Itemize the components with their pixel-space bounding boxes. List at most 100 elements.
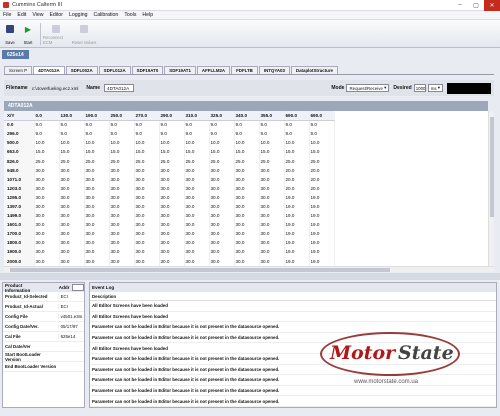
table-cell[interactable]: 9.0	[159, 120, 185, 130]
table-cell[interactable]: 30.0	[159, 192, 185, 202]
table-cell[interactable]: 20.0	[309, 183, 335, 193]
table-cell[interactable]: 30.0	[209, 165, 235, 175]
table-cell[interactable]: 30.0	[184, 220, 210, 230]
table-cell[interactable]: 20.0	[284, 174, 310, 184]
table-cell[interactable]: 30.0	[184, 183, 210, 193]
table-cell[interactable]: 30.0	[209, 220, 235, 230]
table-cell[interactable]: 30.0	[34, 183, 60, 193]
table-cell[interactable]: 15.0	[284, 147, 310, 157]
menu-tools[interactable]: Tools	[124, 12, 136, 18]
table-cell[interactable]: 30.0	[259, 192, 285, 202]
table-cell[interactable]: 30.0	[84, 201, 110, 212]
table-cell[interactable]: 30.0	[159, 256, 185, 266]
table-cell[interactable]: 30.0	[209, 174, 235, 184]
vertical-scrollbar[interactable]	[488, 111, 494, 266]
table-cell[interactable]: 30.0	[184, 192, 210, 202]
table-cell[interactable]: 9.0	[309, 129, 335, 139]
table-cell[interactable]: 30.0	[109, 165, 135, 175]
addr-select[interactable]	[72, 284, 84, 291]
table-cell[interactable]: 30.0	[209, 192, 235, 202]
table-cell[interactable]: 9.0	[259, 129, 285, 139]
table-cell[interactable]: 30.0	[209, 229, 235, 239]
table-cell[interactable]: 9.0	[234, 120, 260, 130]
table-cell[interactable]: 19.0	[309, 247, 335, 257]
table-cell[interactable]: 15.0	[209, 147, 235, 157]
table-cell[interactable]: 30.0	[259, 201, 285, 212]
tab-sdfl002a[interactable]: SDFL002A	[65, 66, 98, 74]
table-cell[interactable]: 30.0	[234, 256, 260, 266]
table-cell[interactable]: 30.0	[109, 247, 135, 257]
table-cell[interactable]: 30.0	[259, 247, 285, 257]
table-cell[interactable]: 30.0	[84, 220, 110, 230]
table-cell[interactable]: 9.0	[109, 120, 135, 130]
menu-help[interactable]: Help	[142, 12, 153, 18]
table-cell[interactable]: 30.0	[109, 229, 135, 239]
table-cell[interactable]: 9.0	[184, 129, 210, 139]
tab-fdfltb[interactable]: FDFLTB	[231, 66, 258, 74]
table-cell[interactable]: 30.0	[134, 220, 160, 230]
table-cell[interactable]: 30.0	[84, 247, 110, 257]
table-cell[interactable]: 30.0	[159, 229, 185, 239]
table-cell[interactable]: 30.0	[84, 192, 110, 202]
table-cell[interactable]: 19.0	[309, 201, 335, 212]
table-cell[interactable]: 19.0	[284, 201, 310, 212]
tab-intqya03[interactable]: INTQYA03	[258, 66, 290, 74]
reconnect-ecm-button[interactable]: Reconnect ECM	[43, 23, 69, 45]
table-cell[interactable]: 30.0	[184, 238, 210, 248]
desired-input[interactable]: 1000	[413, 84, 426, 92]
table-cell[interactable]: 30.0	[134, 183, 160, 193]
table-cell[interactable]: 30.0	[184, 256, 210, 266]
table-cell[interactable]: 30.0	[34, 165, 60, 175]
table-cell[interactable]: 9.0	[34, 120, 60, 130]
table-cell[interactable]: 30.0	[34, 256, 60, 266]
table-cell[interactable]: 10.0	[209, 138, 235, 148]
table-cell[interactable]: 15.0	[84, 147, 110, 157]
table-cell[interactable]: 30.0	[159, 247, 185, 257]
table-cell[interactable]: 30.0	[184, 174, 210, 184]
table-cell[interactable]: 30.0	[84, 183, 110, 193]
table-cell[interactable]: 25.0	[259, 156, 285, 166]
list-item[interactable]: Parameter can not be loaded in Editor be…	[90, 396, 496, 407]
table-cell[interactable]: 30.0	[234, 247, 260, 257]
table-cell[interactable]: 20.0	[284, 165, 310, 175]
table-cell[interactable]: 30.0	[34, 247, 60, 257]
table-cell[interactable]: 25.0	[234, 156, 260, 166]
table-cell[interactable]: 15.0	[59, 147, 85, 157]
table-cell[interactable]: 30.0	[109, 238, 135, 248]
table-cell[interactable]: 9.0	[134, 129, 160, 139]
save-button[interactable]: Save	[2, 23, 18, 45]
table-cell[interactable]: 25.0	[84, 156, 110, 166]
table-cell[interactable]: 30.0	[134, 174, 160, 184]
table-cell[interactable]: 19.0	[309, 256, 335, 266]
table-cell[interactable]: 10.0	[34, 138, 60, 148]
table-cell[interactable]: 30.0	[134, 165, 160, 175]
table-cell[interactable]: 30.0	[59, 256, 85, 266]
table-cell[interactable]: 30.0	[209, 247, 235, 257]
table-cell[interactable]: 30.0	[34, 201, 60, 212]
menu-editor[interactable]: Editor	[49, 12, 63, 18]
table-cell[interactable]: 30.0	[259, 256, 285, 266]
table-cell[interactable]: 20.0	[284, 183, 310, 193]
table-cell[interactable]: 15.0	[109, 147, 135, 157]
table-cell[interactable]: 9.0	[284, 129, 310, 139]
mode-select[interactable]: Request/Receive ▾	[346, 84, 390, 92]
table-cell[interactable]: 30.0	[34, 220, 60, 230]
table-cell[interactable]: 30.0	[134, 192, 160, 202]
table-cell[interactable]: 30.0	[159, 220, 185, 230]
table-cell[interactable]: 15.0	[159, 147, 185, 157]
table-cell[interactable]: 9.0	[59, 129, 85, 139]
table-cell[interactable]: 25.0	[284, 156, 310, 166]
table-cell[interactable]: 30.0	[34, 238, 60, 248]
table-cell[interactable]: 15.0	[309, 147, 335, 157]
table-cell[interactable]: 30.0	[234, 174, 260, 184]
list-item[interactable]: All Editor Screens have been loaded	[90, 312, 496, 323]
scroll-thumb[interactable]	[490, 117, 494, 217]
tab-sdfl012a[interactable]: SDFL012A	[98, 66, 131, 74]
table-cell[interactable]: 30.0	[34, 229, 60, 239]
table-cell[interactable]: 19.0	[284, 229, 310, 239]
tab-screen-p[interactable]: Screen P	[4, 66, 33, 74]
table-cell[interactable]: 30.0	[109, 211, 135, 221]
table-cell[interactable]: 30.0	[109, 256, 135, 266]
unit-select[interactable]: ms ▾	[427, 84, 443, 92]
menu-file[interactable]: File	[3, 12, 11, 18]
